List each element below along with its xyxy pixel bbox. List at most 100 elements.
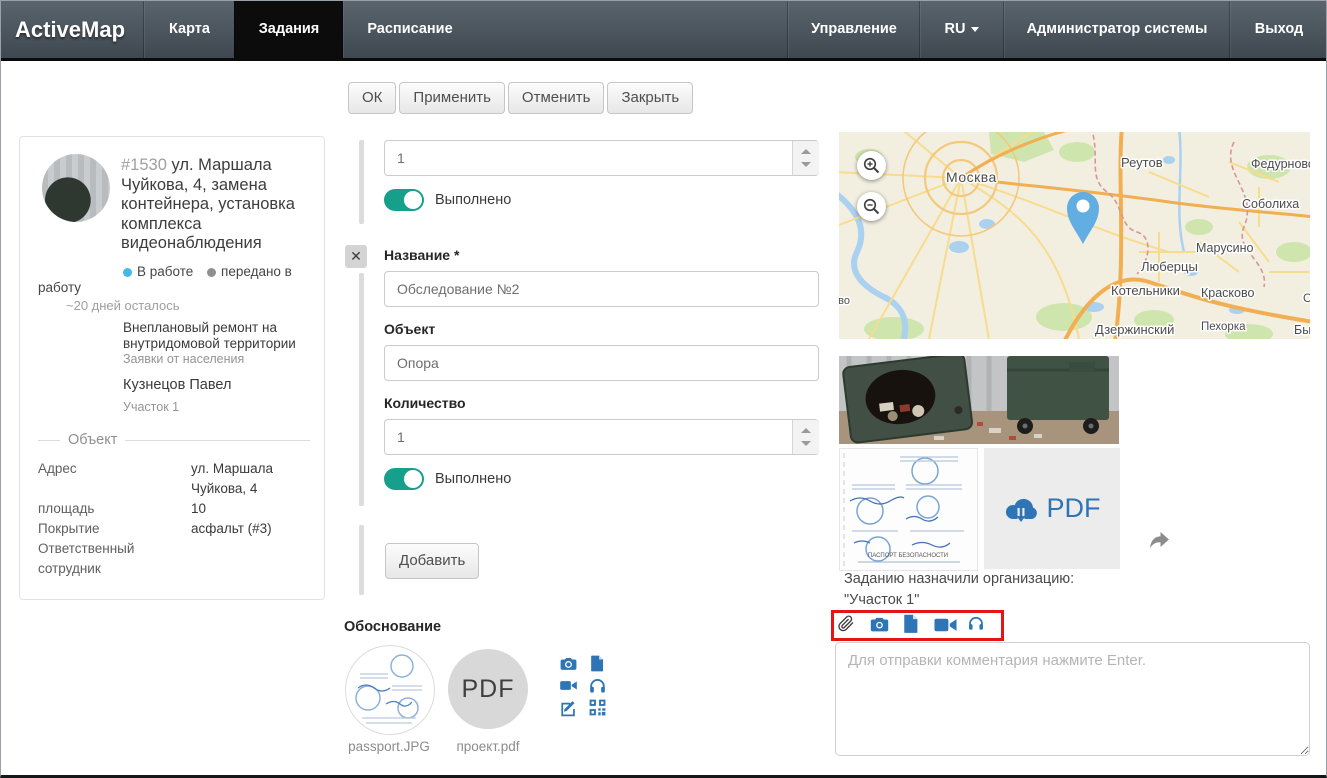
passport-scan-preview: ПАСПОРТ БЕЗОПАСНОСТИ bbox=[840, 449, 977, 570]
video-camera-icon[interactable] bbox=[559, 676, 578, 695]
field-label: Ответственный сотрудник bbox=[38, 539, 191, 579]
field-label: площадь bbox=[38, 499, 191, 519]
task-category: Заявки от населения bbox=[123, 352, 244, 366]
task-time-left: ~20 дней осталось bbox=[66, 298, 180, 313]
done-toggle-label-2: Выполнено bbox=[435, 471, 511, 487]
comment-input[interactable] bbox=[835, 642, 1310, 756]
map-view[interactable]: Москва Реутов Федурново Соболиха Марусин… bbox=[839, 132, 1310, 339]
video-camera-icon[interactable] bbox=[934, 618, 957, 632]
document-caption: ПАСПОРТ БЕЗОПАСНОСТИ bbox=[868, 553, 948, 559]
status-dot-blue-icon bbox=[123, 268, 132, 277]
remove-item-button[interactable]: ✕ bbox=[345, 245, 367, 268]
object-section-legend: Объект bbox=[38, 432, 310, 448]
nav-item-language[interactable]: RU bbox=[919, 1, 1004, 58]
headphones-icon[interactable] bbox=[588, 676, 607, 695]
quantity-input-1[interactable] bbox=[384, 140, 819, 176]
action-toolbar: ОК Применить Отменить Закрыть bbox=[348, 82, 693, 114]
form-group-bar bbox=[359, 525, 364, 595]
name-field[interactable] bbox=[384, 271, 819, 307]
add-button[interactable]: Добавить bbox=[385, 543, 479, 579]
document-scan-preview bbox=[346, 646, 434, 734]
edit-note-icon[interactable] bbox=[559, 698, 578, 717]
task-id: #1530 bbox=[121, 156, 167, 174]
feed-pdf-attachment[interactable]: PDF bbox=[984, 448, 1120, 569]
done-toggle-label-1: Выполнено bbox=[435, 192, 511, 208]
map-zoom-in-button[interactable] bbox=[857, 151, 886, 180]
attachment-passport-name: passport.JPG bbox=[337, 739, 441, 754]
nav-item-user[interactable]: Администратор системы bbox=[1003, 1, 1230, 58]
map-canvas: Москва Реутов Федурново Соболиха Марусин… bbox=[839, 132, 1310, 339]
attachment-pdf-thumbnail[interactable]: PDF bbox=[448, 649, 528, 729]
map-label: Соболиха bbox=[1242, 197, 1299, 211]
file-icon[interactable] bbox=[903, 614, 918, 633]
quantity-field-label: Количество bbox=[384, 395, 466, 411]
field-label: Адрес bbox=[38, 459, 191, 499]
top-nav: ActiveMap Карта Задания Расписание Управ… bbox=[1, 1, 1326, 61]
quantity-input-2[interactable] bbox=[384, 419, 819, 455]
task-work-type: Внеплановый ремонт на внутридомовой терр… bbox=[123, 320, 315, 351]
language-label: RU bbox=[945, 21, 966, 37]
cancel-button[interactable]: Отменить bbox=[508, 82, 605, 114]
dumpster-photo bbox=[839, 356, 1119, 444]
task-photo-avatar[interactable] bbox=[42, 154, 110, 222]
camera-icon[interactable] bbox=[559, 654, 578, 673]
name-field-label: Название * bbox=[384, 247, 459, 263]
quantity-stepper-1[interactable] bbox=[792, 141, 819, 175]
magnifier-minus-icon bbox=[863, 198, 880, 215]
close-button[interactable]: Закрыть bbox=[607, 82, 693, 114]
magnifier-plus-icon bbox=[863, 157, 880, 174]
field-value bbox=[191, 539, 308, 579]
map-label: Люберцы bbox=[1141, 259, 1198, 274]
form-group-bar bbox=[359, 140, 364, 224]
file-icon[interactable] bbox=[588, 654, 607, 673]
task-organization: Участок 1 bbox=[123, 400, 179, 414]
map-label: Пехорка bbox=[1201, 321, 1246, 333]
form-group-bar bbox=[359, 273, 364, 506]
feed-document-attachment[interactable]: ПАСПОРТ БЕЗОПАСНОСТИ bbox=[839, 448, 978, 571]
share-arrow-icon[interactable] bbox=[1147, 530, 1171, 550]
done-toggle-1[interactable] bbox=[384, 189, 424, 211]
status-primary: В работе bbox=[137, 264, 193, 279]
map-label: Реутов bbox=[1121, 155, 1163, 170]
task-assignee: Кузнецов Павел bbox=[123, 377, 231, 393]
field-label: Покрытие bbox=[38, 519, 191, 539]
done-toggle-2[interactable] bbox=[384, 468, 424, 490]
justification-label: Обоснование bbox=[344, 619, 441, 635]
object-field[interactable] bbox=[384, 345, 819, 381]
map-label: Федурново bbox=[1251, 157, 1310, 171]
nav-tab-tasks[interactable]: Задания bbox=[234, 1, 343, 61]
quantity-stepper-2[interactable] bbox=[792, 420, 819, 454]
status-dot-gray-icon bbox=[207, 268, 216, 277]
map-label: Москва bbox=[946, 169, 997, 185]
field-value: асфальт (#3) bbox=[191, 519, 308, 539]
attachment-pdf-name: проект.pdf bbox=[438, 739, 538, 754]
nav-item-management[interactable]: Управление bbox=[787, 1, 920, 58]
qr-code-icon[interactable] bbox=[588, 698, 607, 717]
field-value: ул. Маршала Чуйкова, 4 bbox=[191, 459, 308, 499]
map-zoom-out-button[interactable] bbox=[857, 192, 886, 221]
app-logo[interactable]: ActiveMap bbox=[15, 1, 125, 58]
camera-icon[interactable] bbox=[870, 617, 889, 633]
apply-button[interactable]: Применить bbox=[399, 82, 505, 114]
task-title: #1530 ул. Маршала Чуйкова, 4, замена кон… bbox=[121, 156, 319, 254]
nav-tab-map[interactable]: Карта bbox=[143, 1, 235, 58]
map-label: Красково bbox=[1201, 286, 1254, 300]
attachment-passport-thumbnail[interactable] bbox=[345, 645, 435, 735]
map-label: Дзержинский bbox=[1095, 322, 1174, 337]
map-label: Ос bbox=[1303, 291, 1310, 305]
feed-message: Заданию назначили организацию: "Участок … bbox=[844, 569, 1132, 611]
map-label: Марусино bbox=[1196, 241, 1254, 255]
map-label: Быково bbox=[1294, 323, 1310, 337]
task-card: #1530 ул. Маршала Чуйкова, 4, замена кон… bbox=[19, 136, 325, 600]
paperclip-icon[interactable] bbox=[837, 614, 855, 633]
activemap-window: ActiveMap Карта Задания Расписание Управ… bbox=[0, 0, 1327, 778]
feed-photo-attachment[interactable] bbox=[839, 356, 1119, 444]
field-value: 10 bbox=[191, 499, 308, 519]
pdf-label: PDF bbox=[1047, 493, 1101, 524]
pdf-badge: PDF bbox=[462, 675, 515, 704]
nav-tab-schedule[interactable]: Расписание bbox=[342, 1, 477, 58]
ok-button[interactable]: ОК bbox=[348, 82, 396, 114]
headphones-icon[interactable] bbox=[967, 614, 985, 632]
nav-item-logout[interactable]: Выход bbox=[1229, 1, 1327, 58]
attach-media-buttons bbox=[559, 654, 608, 720]
